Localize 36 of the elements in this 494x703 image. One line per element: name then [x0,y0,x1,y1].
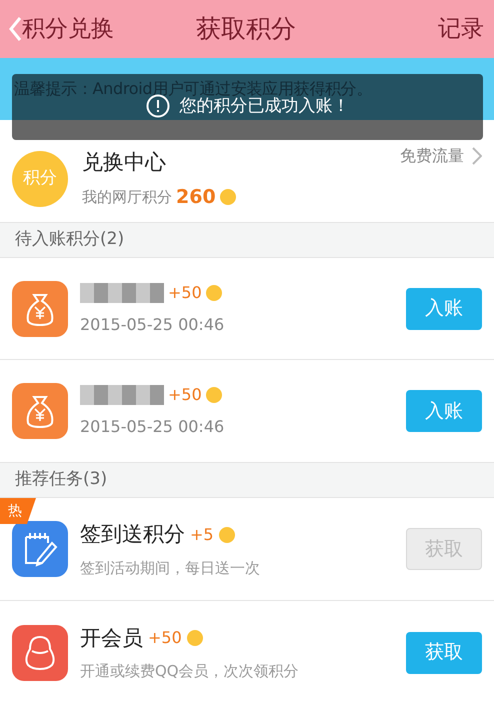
action-button[interactable]: 获取 [406,632,482,674]
coin-icon [206,387,222,403]
points-label: 我的网厅积分 [82,186,172,208]
task-title: 签到送积分 [80,521,185,548]
chevron-right-icon [472,147,482,165]
time-text: 2015-05-25 00:46 [80,314,224,336]
coin-icon [206,284,222,300]
reward-text: +50 [168,384,202,406]
action-button[interactable]: 入账 [406,390,482,432]
money-bag-icon [12,383,68,439]
exchange-title: 兑换中心 [82,149,167,176]
time-text: 2015-05-25 00:46 [80,416,224,438]
notepad-pencil-icon [12,521,68,577]
reward-text: +50 [168,282,202,304]
free-traffic-link[interactable]: 免费流量 [400,144,482,168]
task-title: 开会员 [80,624,143,652]
reward-text: +5 [190,524,214,546]
back-button[interactable]: 积分兑换 [8,12,114,46]
toast-message: 您的积分已成功入账！ [180,96,350,118]
reward-text: +50 [148,627,182,650]
back-chevron-icon [8,16,22,42]
coin-icon [218,526,235,543]
page-title: 获取积分 [196,13,296,45]
task-description: 签到活动期间，每日送一次 [80,558,260,578]
money-bag-icon [12,280,68,336]
exclamation-icon [146,94,170,118]
hot-tag: 热 [0,498,36,524]
record-link[interactable]: 记录 [438,12,486,46]
section-title: 推荐任务(3) [15,468,108,492]
coin-icon [186,630,203,646]
coin-icon [220,188,236,205]
task-description: 开通或续费QQ会员，次次领积分 [80,661,299,682]
section-title: 待入账积分(2) [15,228,124,252]
action-button[interactable]: 入账 [406,288,482,330]
points-badge: 积分 [12,151,68,207]
points-value: 260 [176,184,216,210]
